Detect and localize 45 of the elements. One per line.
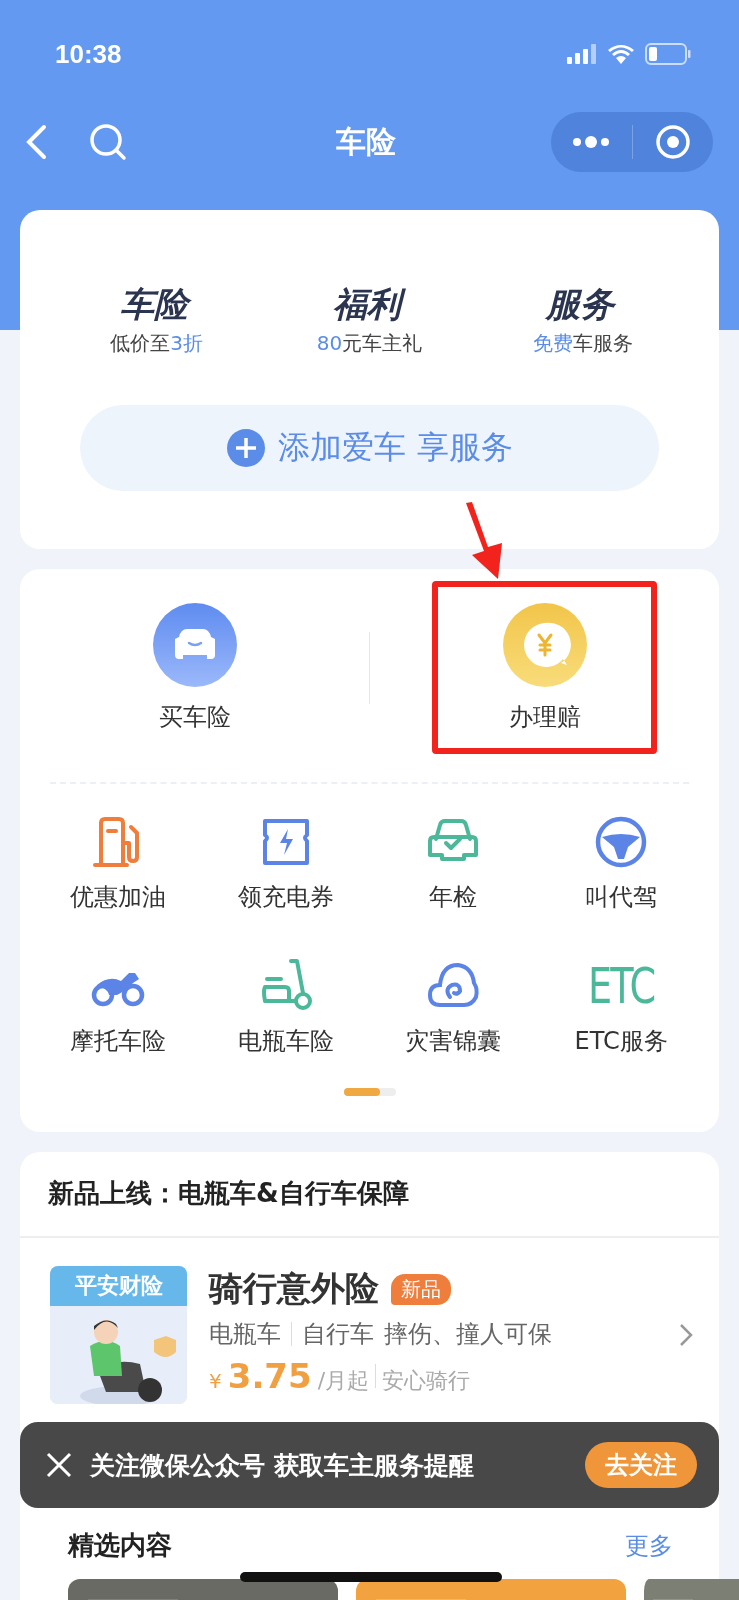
signal-icon	[567, 44, 597, 64]
featured-title: 精选内容	[68, 1529, 172, 1563]
product-name: 骑行意外险	[209, 1267, 379, 1311]
product-category: 电瓶车	[209, 1319, 281, 1351]
service-item[interactable]: 领充电券	[201, 812, 370, 915]
promo-subtitle: 80元车主礼	[316, 330, 423, 358]
yen-coin-icon	[502, 602, 587, 687]
main-action[interactable]: 办理赔	[432, 581, 657, 755]
service-item[interactable]: 年检	[369, 812, 538, 915]
service-item[interactable]: 摩托车险	[34, 956, 202, 1059]
target-icon	[654, 124, 691, 160]
product-category: 自行车	[302, 1319, 374, 1351]
product-price: 3.75	[227, 1356, 312, 1397]
battery-icon	[645, 43, 691, 65]
promo-title: 车险	[117, 282, 196, 327]
plus-icon	[226, 428, 267, 469]
product-feature: 摔伤、撞人可保	[384, 1319, 552, 1351]
promo-subtitle: 免费车服务	[532, 330, 633, 358]
page-title: 车险	[335, 122, 396, 161]
toast-message: 关注微保公众号 获取车主服务提醒	[90, 1449, 475, 1482]
promo-title: 服务	[544, 283, 617, 326]
car-icon	[152, 602, 237, 687]
new-badge: 新品	[391, 1273, 451, 1305]
etc-logo: ETC	[587, 957, 655, 1016]
page-indicator	[343, 1088, 396, 1097]
brand-label: 平安财险	[50, 1266, 187, 1307]
service-item[interactable]: 叫代驾	[537, 812, 705, 915]
chevron-right-icon	[679, 1323, 693, 1348]
service-item[interactable]: ETC ETC服务	[537, 956, 705, 1059]
section-title: 新品上线：电瓶车&自行车保障	[47, 1177, 410, 1211]
promo-title: 福利	[330, 282, 409, 327]
status-time: 10:38	[55, 38, 122, 70]
close-button[interactable]	[44, 1450, 74, 1480]
service-item[interactable]: 优惠加油	[34, 812, 202, 915]
back-icon	[24, 124, 48, 160]
wifi-icon	[607, 44, 635, 64]
service-item[interactable]: 电瓶车险	[201, 956, 370, 1059]
service-item[interactable]: 灾害锦囊	[369, 956, 538, 1059]
search-icon	[88, 122, 128, 162]
product-slogan: 安心骑行	[382, 1367, 471, 1396]
main-action[interactable]: 买车险	[82, 581, 307, 755]
promo-subtitle: 低价至3折	[110, 330, 203, 358]
currency-sign: ¥	[209, 1369, 222, 1394]
more-icon	[571, 136, 612, 148]
price-unit: /月起	[317, 1367, 370, 1396]
